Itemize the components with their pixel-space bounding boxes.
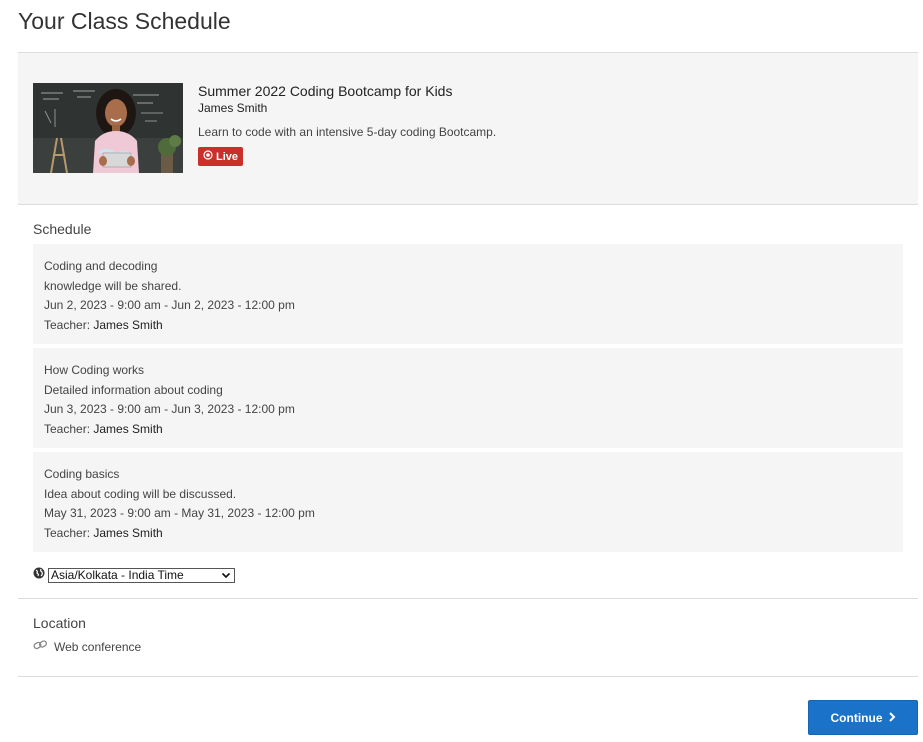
session-description: Detailed information about coding [44, 382, 223, 397]
continue-label: Continue [830, 710, 883, 725]
divider [18, 598, 918, 599]
continue-button[interactable]: Continue [808, 700, 918, 735]
session-time: Jun 2, 2023 - 9:00 am - Jun 2, 2023 - 12… [44, 298, 295, 312]
session-teacher: Teacher: James Smith [44, 420, 892, 440]
timezone-selected-value: Asia/Kolkata - India Time [51, 567, 184, 582]
session-title: Coding basics [44, 467, 120, 481]
teacher-label: Teacher: [44, 525, 91, 540]
location-heading: Location [33, 615, 86, 631]
teacher-label: Teacher: [44, 317, 91, 332]
live-badge: Live [198, 147, 244, 166]
teacher-name: James Smith [93, 525, 163, 540]
teacher-name: James Smith [93, 317, 163, 332]
session-card: Coding basics Idea about coding will be … [33, 452, 903, 552]
live-icon [203, 150, 213, 163]
session-card: Coding and decoding knowledge will be sh… [33, 244, 903, 344]
chevron-down-icon [221, 570, 231, 583]
course-thumbnail [33, 83, 183, 173]
course-card: Summer 2022 Coding Bootcamp for Kids Jam… [18, 53, 918, 204]
session-card: How Coding works Detailed information ab… [33, 348, 903, 448]
link-icon [33, 639, 48, 654]
timezone-select[interactable]: Asia/Kolkata - India Time [48, 567, 235, 583]
course-info: Summer 2022 Coding Bootcamp for Kids Jam… [198, 83, 496, 166]
course-title: Summer 2022 Coding Bootcamp for Kids [198, 83, 453, 99]
live-badge-label: Live [216, 150, 239, 163]
session-description: knowledge will be shared. [44, 278, 182, 293]
page-title: Your Class Schedule [18, 8, 231, 34]
divider [18, 204, 918, 205]
chevron-right-icon [888, 711, 896, 725]
session-title: How Coding works [44, 363, 145, 377]
course-description: Learn to code with an intensive 5-day co… [198, 125, 497, 139]
session-teacher: Teacher: James Smith [44, 316, 892, 336]
schedule-heading: Schedule [33, 221, 92, 237]
session-time: Jun 3, 2023 - 9:00 am - Jun 3, 2023 - 12… [44, 402, 295, 416]
globe-icon [33, 566, 45, 584]
teacher-name: James Smith [93, 421, 163, 436]
session-description: Idea about coding will be discussed. [44, 486, 237, 501]
session-title: Coding and decoding [44, 259, 158, 273]
location-row: Web conference [33, 639, 141, 654]
session-time: May 31, 2023 - 9:00 am - May 31, 2023 - … [44, 506, 315, 520]
divider [18, 676, 918, 677]
location-value: Web conference [54, 639, 142, 654]
teacher-label: Teacher: [44, 421, 91, 436]
course-instructor: James Smith [198, 101, 268, 115]
session-teacher: Teacher: James Smith [44, 524, 892, 544]
timezone-row: Asia/Kolkata - India Time [33, 566, 235, 584]
